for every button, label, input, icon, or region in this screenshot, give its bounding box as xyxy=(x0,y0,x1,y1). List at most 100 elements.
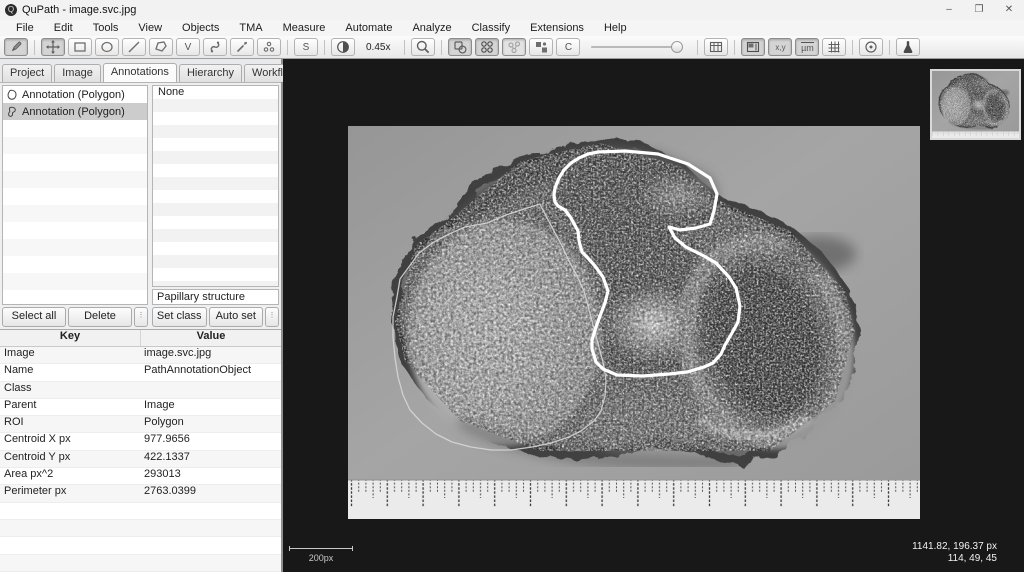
ellipse-icon xyxy=(99,39,115,55)
menu-tma[interactable]: TMA xyxy=(229,22,272,34)
table-row[interactable]: Imageimage.svc.jpg xyxy=(0,347,281,364)
class-list-item[interactable]: None xyxy=(153,86,278,99)
class-more-button[interactable]: ⋮ xyxy=(265,307,279,327)
selection-mode-button[interactable]: S xyxy=(294,38,318,56)
annotation-label: Annotation (Polygon) xyxy=(22,106,125,118)
annotation-list[interactable]: Annotation (Polygon) Annotation (Polygon… xyxy=(2,85,148,305)
grid-icon xyxy=(826,39,842,55)
zoom-to-fit-button[interactable] xyxy=(411,38,435,56)
detections-icon xyxy=(506,39,522,55)
scale-bar-label: 200px xyxy=(289,553,353,563)
table-row[interactable]: Perimeter px2763.0399 xyxy=(0,485,281,502)
class-list[interactable]: None xyxy=(152,85,279,287)
table-row[interactable]: NamePathAnnotationObject xyxy=(0,364,281,381)
class-buttons: Set class Auto set ⋮ xyxy=(152,305,279,327)
selection-mode-label: S xyxy=(303,42,310,53)
tab-hierarchy[interactable]: Hierarchy xyxy=(179,64,242,82)
tab-annotations[interactable]: Annotations xyxy=(103,63,177,82)
menu-edit[interactable]: Edit xyxy=(44,22,83,34)
image-viewer[interactable]: 200px 1141.82, 196.37 px 114, 49, 45 xyxy=(283,59,1024,572)
table-row[interactable]: Centroid X px977.9656 xyxy=(0,433,281,450)
menu-extensions[interactable]: Extensions xyxy=(520,22,594,34)
main-area: Project Image Annotations Hierarchy Work… xyxy=(0,59,1024,572)
points-tool-button[interactable] xyxy=(257,38,281,56)
flask-icon xyxy=(900,39,916,55)
analysis-panel: Project Image Annotations Hierarchy Work… xyxy=(0,59,283,572)
line-tool-button[interactable] xyxy=(122,38,146,56)
move-tool-button[interactable] xyxy=(41,38,65,56)
maximize-button[interactable]: ❐ xyxy=(964,0,994,20)
analysis-flask-button[interactable] xyxy=(896,38,920,56)
tool-bar: V S 0.45x xyxy=(0,36,1024,59)
polyline-tool-button[interactable]: V xyxy=(176,38,200,56)
line-icon xyxy=(126,39,142,55)
show-classification-button[interactable]: C xyxy=(556,38,580,56)
brush-tool-button[interactable] xyxy=(203,38,227,56)
ellipse-tool-button[interactable] xyxy=(95,38,119,56)
annotation-buttons: Select all Delete ⋮ xyxy=(2,305,148,327)
show-grid-button[interactable] xyxy=(822,38,846,56)
fill-detections-button[interactable] xyxy=(529,38,553,56)
annotation-list-item-selected[interactable]: Annotation (Polygon) xyxy=(3,103,147,120)
measurement-table-button[interactable] xyxy=(704,38,728,56)
scale-bar: 200px xyxy=(289,546,353,563)
show-tma-grid-button[interactable] xyxy=(475,38,499,56)
menu-objects[interactable]: Objects xyxy=(172,22,229,34)
magnification-label: 0.45x xyxy=(358,42,398,53)
rectangle-tool-button[interactable] xyxy=(68,38,92,56)
opacity-slider-track xyxy=(591,46,683,48)
menu-tools[interactable]: Tools xyxy=(83,22,129,34)
menu-automate[interactable]: Automate xyxy=(335,22,402,34)
fill-detections-icon xyxy=(533,39,549,55)
opacity-slider[interactable] xyxy=(591,38,683,56)
annotation-list-item[interactable]: Annotation (Polygon) xyxy=(3,86,147,103)
table-row[interactable]: Centroid Y px422.1337 xyxy=(0,451,281,468)
specimen-photo[interactable] xyxy=(348,126,920,519)
table-row[interactable]: ROIPolygon xyxy=(0,416,281,433)
target-icon xyxy=(863,39,879,55)
set-class-button[interactable]: Set class xyxy=(152,307,207,327)
table-row[interactable]: ParentImage xyxy=(0,399,281,416)
annotation-more-button[interactable]: ⋮ xyxy=(134,307,148,327)
select-all-button[interactable]: Select all xyxy=(2,307,66,327)
show-location-button[interactable]: x,y xyxy=(768,38,792,56)
menu-analyze[interactable]: Analyze xyxy=(402,22,461,34)
move-icon xyxy=(45,39,61,55)
key-column-header: Key xyxy=(0,330,141,346)
contrast-icon xyxy=(335,39,351,55)
show-annotations-button[interactable] xyxy=(448,38,472,56)
table-row[interactable]: Class xyxy=(0,382,281,399)
close-button[interactable]: ✕ xyxy=(994,0,1024,20)
menu-classify[interactable]: Classify xyxy=(462,22,521,34)
show-overview-button[interactable] xyxy=(741,38,765,56)
location-label: x,y xyxy=(775,43,785,52)
brightness-contrast-button[interactable] xyxy=(331,38,355,56)
measurements-header: Key Value xyxy=(0,330,281,347)
show-detections-button[interactable] xyxy=(502,38,526,56)
counting-tool-button[interactable] xyxy=(859,38,883,56)
window-controls: – ❐ ✕ xyxy=(934,0,1024,20)
window-title: QuPath - image.svc.jpg xyxy=(22,4,136,16)
auto-set-button[interactable]: Auto set xyxy=(209,307,264,327)
polygon-tool-button[interactable] xyxy=(149,38,173,56)
table-row[interactable]: Area px^2293013 xyxy=(0,468,281,485)
menu-file[interactable]: File xyxy=(6,22,44,34)
delete-button[interactable]: Delete xyxy=(68,307,132,327)
tab-project[interactable]: Project xyxy=(2,64,52,82)
title-bar: Q QuPath - image.svc.jpg – ❐ ✕ xyxy=(0,0,1024,20)
measurements-table: Key Value Imageimage.svc.jpg NamePathAnn… xyxy=(0,329,281,572)
opacity-slider-thumb[interactable] xyxy=(671,41,683,53)
menu-help[interactable]: Help xyxy=(594,22,637,34)
wand-tool-button[interactable] xyxy=(230,38,254,56)
scalebar-toggle-label: µm xyxy=(801,42,814,53)
qupath-window: Q QuPath - image.svc.jpg – ❐ ✕ File Edit… xyxy=(0,0,1024,572)
annotation-lists: Annotation (Polygon) Annotation (Polygon… xyxy=(0,83,281,329)
pen-tool-button[interactable] xyxy=(4,38,28,56)
menu-view[interactable]: View xyxy=(128,22,172,34)
tab-image[interactable]: Image xyxy=(54,64,101,82)
show-scalebar-button[interactable]: µm xyxy=(795,38,819,56)
minimize-button[interactable]: – xyxy=(934,0,964,20)
menu-measure[interactable]: Measure xyxy=(273,22,336,34)
class-name-field[interactable]: Papillary structure xyxy=(152,289,279,305)
overview-thumbnail[interactable] xyxy=(930,69,1021,140)
